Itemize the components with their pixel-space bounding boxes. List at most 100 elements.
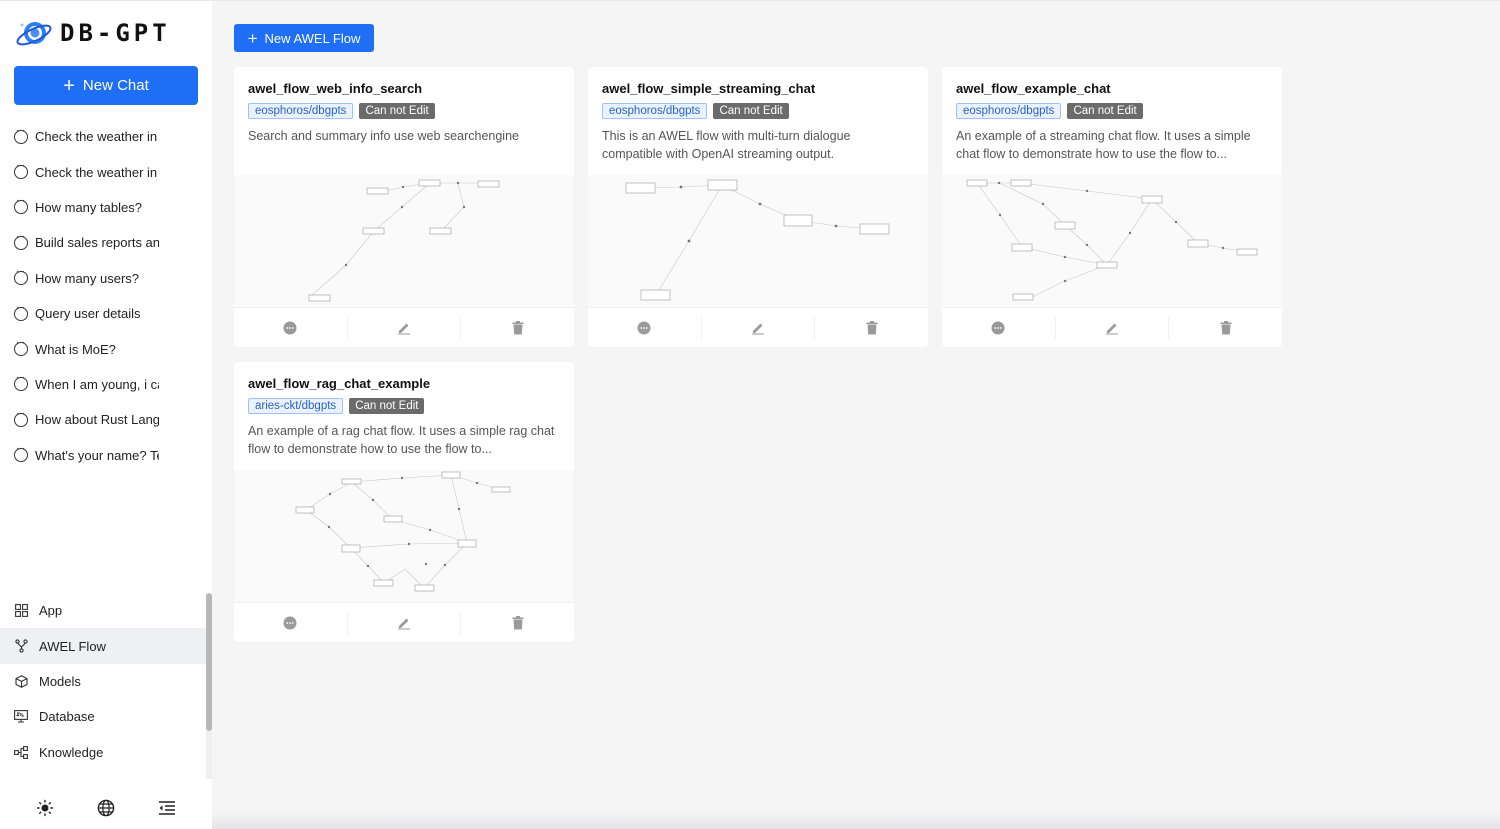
chat-bubble-icon [14,302,28,321]
delete-icon[interactable] [1169,317,1282,339]
plus-icon: + [63,74,75,97]
chat-history-label: Build sales reports an [35,235,159,251]
flow-card-header: awel_flow_example_chat eosphoros/dbgpts … [942,67,1282,175]
grid-icon [14,604,28,618]
flow-card-description: An example of a rag chat flow. It uses a… [248,424,555,456]
globe-icon[interactable] [96,798,116,818]
sidebar-item-label: App [39,603,63,619]
delete-icon[interactable] [461,317,574,339]
edit-icon[interactable] [1056,316,1170,339]
sidebar-item-label: Models [39,673,81,689]
flow-card-title: awel_flow_example_chat [956,81,1111,96]
chat-history-label: How many tables? [35,199,142,215]
chat-history-list: Check the weather in Check the weather i… [0,119,212,473]
edit-status-tag: Can not Edit [713,103,789,119]
chat-history-item[interactable]: How about Rust Langu [0,402,212,437]
flow-graph-preview [942,175,1282,307]
chat-history-item[interactable]: How many users? [0,261,212,296]
sidebar-item-label: AWEL Flow [39,638,106,654]
flow-card[interactable]: awel_flow_rag_chat_example aries-ckt/dbg… [234,362,574,642]
main-content: + New AWEL Flow awel_flow_web_info_searc… [212,0,1500,829]
chat-history-item[interactable]: Query user details [0,296,212,331]
flow-graph-preview [234,470,574,602]
chat-history-item[interactable]: What's your name? Te [0,438,212,473]
flow-card-actions [588,307,928,347]
chat-bubble-icon [14,125,28,144]
edit-icon[interactable] [348,611,462,634]
chat-icon[interactable] [942,316,1056,339]
owner-tag: eosphoros/dbgpts [248,103,354,119]
new-chat-label: New Chat [82,77,149,94]
chat-history-item[interactable]: Check the weather in [0,119,212,154]
sidebar-item-database[interactable]: Database [0,699,212,734]
collapse-menu-icon[interactable] [157,798,177,818]
edit-icon[interactable] [348,316,462,339]
planet-logo-icon [14,15,54,51]
sidebar-item-awel-flow[interactable]: AWEL Flow [0,628,212,664]
chat-history-item[interactable]: What is MoE? [0,331,212,366]
cube-icon [14,674,28,688]
flow-card-actions [234,307,574,347]
chat-icon[interactable] [588,316,702,339]
flow-branch-icon [14,639,28,653]
chat-history-label: How about Rust Langu [35,412,159,428]
chat-history-label: Query user details [35,306,141,322]
flow-card[interactable]: awel_flow_web_info_search eosphoros/dbgp… [234,67,574,347]
flow-graph-preview [234,175,574,307]
flow-card-actions [942,307,1282,347]
knowledge-graph-icon [14,745,28,759]
chat-bubble-icon [14,408,28,427]
chat-history-item[interactable]: Build sales reports an [0,225,212,260]
sun-icon[interactable] [35,798,55,818]
flow-card-title: awel_flow_rag_chat_example [248,376,431,391]
flow-card-header: awel_flow_rag_chat_example aries-ckt/dbg… [234,362,574,470]
plus-icon: + [247,28,258,48]
flow-card-header: awel_flow_web_info_search eosphoros/dbgp… [234,67,574,175]
chat-history-label: Check the weather in [35,164,158,180]
flow-card-description: An example of a streaming chat flow. It … [956,129,1251,161]
owner-tag: aries-ckt/dbgpts [248,398,344,414]
sidebar-item-knowledge[interactable]: Knowledge [0,735,212,770]
chat-history-label: What's your name? Te [35,447,159,463]
delete-icon[interactable] [815,317,928,339]
owner-tag: eosphoros/dbgpts [602,103,708,119]
app-logo[interactable]: DB-GPT [14,15,171,51]
new-chat-button[interactable]: + New Chat [14,66,198,105]
sql-monitor-icon [14,710,28,724]
flow-card-description: This is an AWEL flow with multi-turn dia… [602,129,851,161]
chat-bubble-icon [14,372,28,392]
sidebar-item-label: Database [39,709,95,725]
edit-status-tag: Can not Edit [1067,103,1143,119]
chat-history-item[interactable]: Check the weather in [0,154,212,189]
flow-card-actions [234,602,574,642]
sidebar-item-app[interactable]: App [0,593,212,628]
chat-bubble-icon [14,443,28,463]
chat-icon[interactable] [234,316,348,339]
chat-bubble-icon [14,231,28,250]
flow-card[interactable]: awel_flow_simple_streaming_chat eosphoro… [588,67,928,347]
sidebar: DB-GPT + New Chat Check the weather in C… [0,0,212,829]
delete-icon[interactable] [461,612,574,634]
sidebar-nav: App AWEL Flow Models Database Knowledge [0,593,212,770]
chat-history-label: How many users? [35,270,140,286]
sidebar-item-label: Knowledge [39,744,104,760]
flow-card-description: Search and summary info use web searchen… [248,129,519,143]
flow-card-title: awel_flow_simple_streaming_chat [602,81,816,96]
sidebar-item-models[interactable]: Models [0,664,212,699]
logo-text: DB-GPT [60,19,171,47]
flow-card[interactable]: awel_flow_example_chat eosphoros/dbgpts … [942,67,1282,347]
edit-icon[interactable] [702,316,816,339]
chat-history-item[interactable]: When I am young, i ca [0,367,212,402]
chat-history-label: When I am young, i ca [35,376,159,392]
sidebar-bottom-bar [0,791,212,825]
flow-card-header: awel_flow_simple_streaming_chat eosphoro… [588,67,928,175]
edit-status-tag: Can not Edit [349,398,425,414]
chat-history-item[interactable]: How many tables? [0,190,212,225]
new-awel-flow-button[interactable]: + New AWEL Flow [234,24,374,52]
flow-graph-preview [588,175,928,307]
chat-icon[interactable] [234,611,348,634]
window-bottom-edge [212,812,1500,829]
chat-bubble-icon [14,195,28,215]
chat-history-label: Check the weather in [35,129,158,145]
chat-bubble-icon [14,160,28,180]
